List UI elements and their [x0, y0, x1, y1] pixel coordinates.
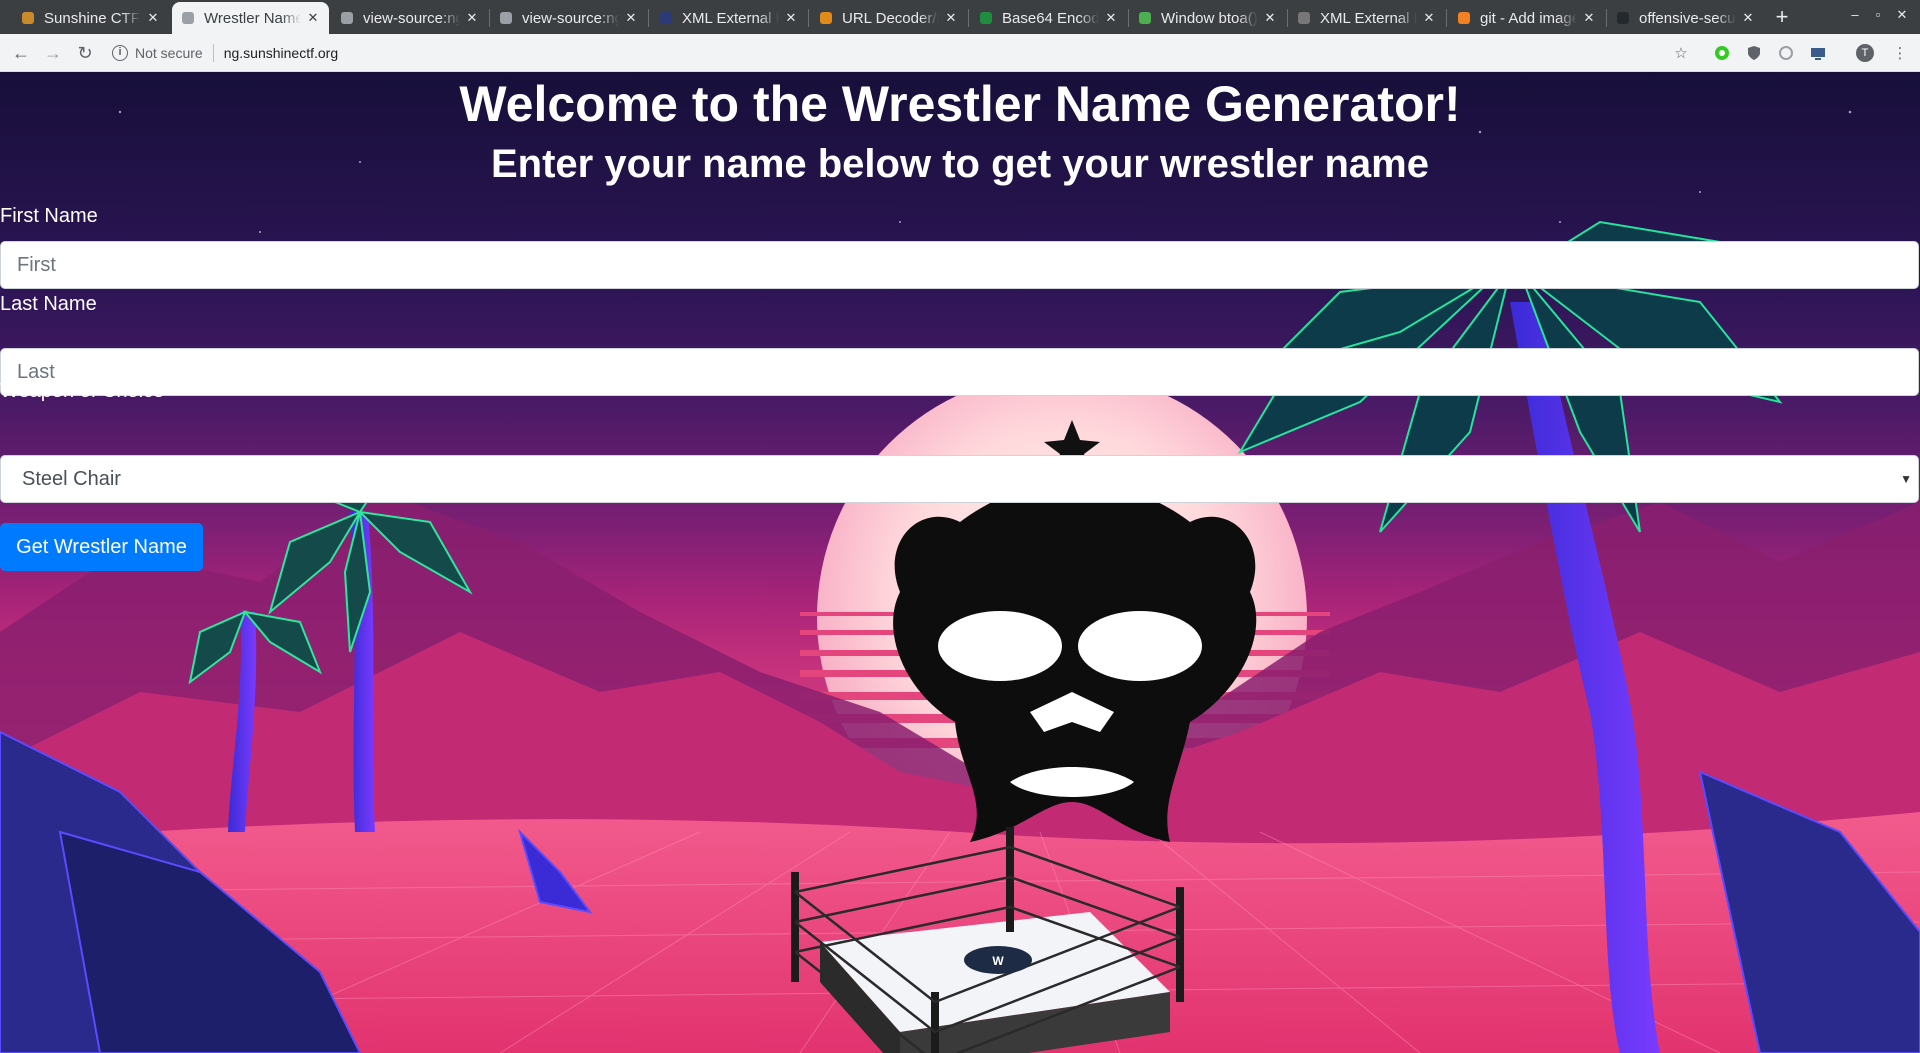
tab-close-icon[interactable]: ✕	[1740, 10, 1756, 26]
tab-separator	[808, 9, 809, 27]
page-viewport: W Welcome to the Wrestler Name Generator…	[0, 72, 1920, 1053]
browser-tab[interactable]: Wrestler Name Generator✕	[172, 2, 329, 34]
reload-icon[interactable]: ↻	[74, 42, 96, 64]
stackoverflow-favicon-icon	[1456, 10, 1472, 26]
tab-title: Wrestler Name Generator	[204, 9, 301, 27]
tab-title: view-source:ng.sunshinectf.org	[363, 9, 460, 27]
tab-close-icon[interactable]: ✕	[1421, 10, 1437, 26]
tab-title: offensive-security	[1639, 9, 1736, 27]
tab-close-icon[interactable]: ✕	[943, 10, 959, 26]
tab-title: Sunshine CTF	[44, 9, 140, 27]
tab-close-icon[interactable]: ✕	[305, 10, 321, 26]
info-icon[interactable]: i	[112, 45, 128, 61]
xxe-favicon-icon	[1296, 10, 1312, 26]
weapon-label: Weapon of Choice	[0, 380, 165, 402]
tab-title: XML External Entity	[682, 9, 779, 27]
new-tab-button[interactable]: +	[1770, 5, 1794, 29]
menu-kebab-icon[interactable]: ⋮	[1890, 43, 1910, 63]
tab-separator	[1446, 9, 1447, 27]
extension-circle-icon[interactable]	[1776, 43, 1796, 63]
github-favicon-icon	[1615, 10, 1631, 26]
bookmark-star-icon[interactable]: ☆	[1671, 43, 1691, 63]
first-name-label: First Name	[0, 205, 98, 227]
tab-close-icon[interactable]: ✕	[1262, 10, 1278, 26]
browser-tab[interactable]: URL Decoder/Encoder✕	[810, 2, 967, 34]
owasp-favicon-icon	[658, 10, 674, 26]
browser-tab[interactable]: offensive-security✕	[1607, 2, 1764, 34]
page-title: Welcome to the Wrestler Name Generator!	[459, 76, 1461, 132]
minimize-window-icon[interactable]: –	[1845, 7, 1865, 22]
sunshine-favicon-icon	[20, 10, 36, 26]
browser-tab[interactable]: XML External Entity✕	[650, 2, 807, 34]
tab-close-icon[interactable]: ✕	[1103, 10, 1119, 26]
extension-shield-icon[interactable]	[1744, 43, 1764, 63]
page-icon	[498, 10, 514, 26]
base64-favicon-icon	[978, 10, 994, 26]
weapon-selected-value: Steel Chair	[22, 467, 121, 490]
tab-title: Window btoa()	[1161, 9, 1258, 27]
extension-screen-icon[interactable]	[1808, 43, 1828, 63]
omnibox-divider	[212, 44, 214, 62]
get-wrestler-name-button[interactable]: Get Wrestler Name	[0, 523, 203, 571]
tab-close-icon[interactable]: ✕	[783, 10, 799, 26]
forward-icon[interactable]: →	[42, 42, 64, 64]
tab-title: Base64 Encode	[1002, 9, 1099, 27]
browser-tab[interactable]: XML External Entity✕	[1288, 2, 1445, 34]
tab-title: view-source:ng.sunshinectf.org	[522, 9, 619, 27]
close-window-icon[interactable]: ✕	[1892, 7, 1912, 23]
security-status: Not secure	[135, 45, 203, 61]
dropdown-caret-icon: ▼	[1900, 472, 1912, 486]
tab-title: XML External Entity	[1320, 9, 1417, 27]
tab-close-icon[interactable]: ✕	[464, 10, 480, 26]
profile-initial: T	[1856, 44, 1874, 62]
browser-toolbar: ← → ↻ i Not secure ng.sunshinectf.org ☆ …	[0, 34, 1920, 72]
url-decoder-favicon-icon	[818, 10, 834, 26]
tab-close-icon[interactable]: ✕	[623, 10, 639, 26]
browser-tab[interactable]: git - Add image ✕	[1448, 2, 1605, 34]
browser-tab[interactable]: view-source:ng.sunshinectf.org✕	[331, 2, 488, 34]
url-text[interactable]: ng.sunshinectf.org	[224, 45, 338, 61]
tab-separator	[648, 9, 649, 27]
address-bar[interactable]: i Not secure ng.sunshinectf.org	[112, 38, 1712, 68]
browser-tab[interactable]: Base64 Encode ✕	[970, 2, 1127, 34]
first-name-input[interactable]	[0, 241, 1919, 289]
tab-close-icon[interactable]: ✕	[1581, 10, 1597, 26]
last-name-label: Last Name	[0, 293, 97, 315]
tab-separator	[968, 9, 969, 27]
profile-avatar[interactable]: T	[1855, 43, 1875, 63]
browser-tab[interactable]: Sunshine CTF ✕	[12, 2, 169, 34]
browser-tab-strip: Sunshine CTF✕Wrestler Name Generator✕vie…	[0, 0, 1920, 34]
back-icon[interactable]: ←	[10, 42, 32, 64]
page-subtitle: Enter your name below to get your wrestl…	[490, 142, 1429, 186]
page-icon	[339, 10, 355, 26]
weapon-select[interactable]: Steel Chair ▼	[0, 455, 1919, 503]
tab-close-icon[interactable]: ✕	[145, 10, 161, 26]
w3-favicon-icon	[1137, 10, 1153, 26]
last-name-input[interactable]	[0, 348, 1919, 396]
browser-tab[interactable]: Window btoa() ✕	[1129, 2, 1286, 34]
page-icon	[180, 10, 196, 26]
svg-text:W: W	[992, 954, 1004, 968]
maximize-window-icon[interactable]: ▫	[1868, 7, 1888, 22]
tab-title: git - Add image	[1480, 9, 1577, 27]
synthwave-background-illustration: W	[0, 100, 1920, 1053]
tab-title: URL Decoder/Encoder	[842, 9, 939, 27]
browser-tab[interactable]: view-source:ng.sunshinectf.org✕	[490, 2, 647, 34]
extension-green-icon[interactable]	[1712, 43, 1732, 63]
